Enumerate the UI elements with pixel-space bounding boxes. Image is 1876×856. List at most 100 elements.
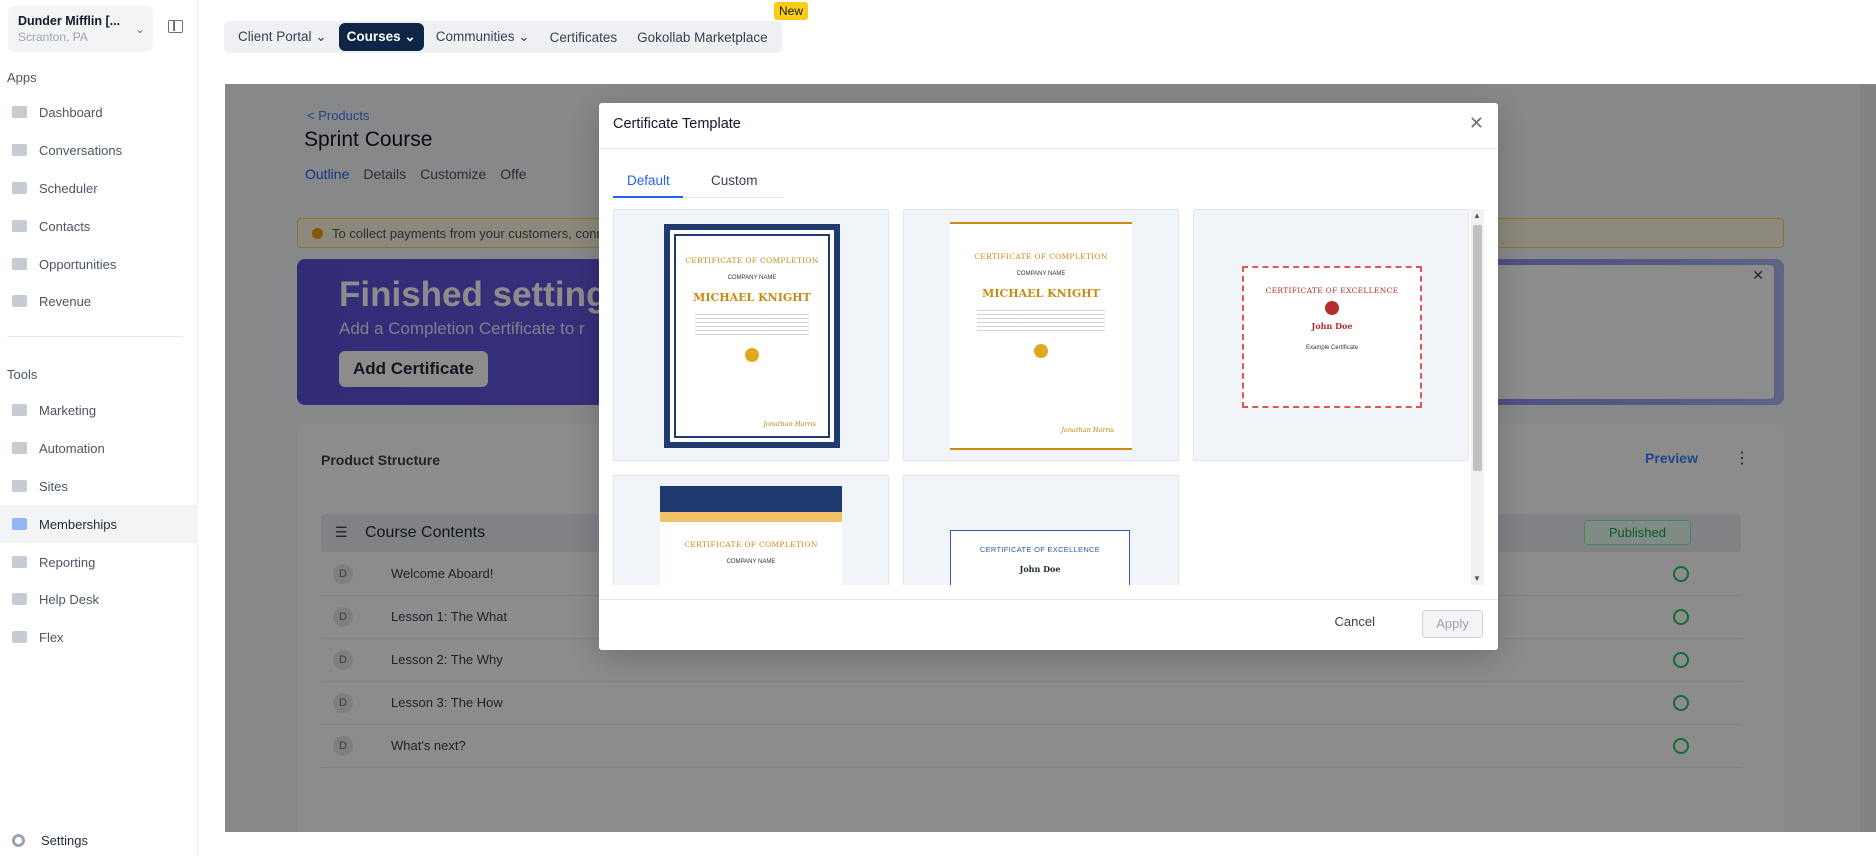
certificate-recipient: MICHAEL KNIGHT [693,291,811,304]
close-icon[interactable]: ✕ [1469,113,1484,134]
apply-button[interactable]: Apply [1422,610,1483,638]
tab-communities[interactable]: Communities ⌄ [428,23,538,51]
modal-footer: Cancel Apply [599,599,1498,650]
cancel-button[interactable]: Cancel [1335,614,1375,629]
sidebar-item-settings[interactable]: Settings [12,833,88,848]
card-icon [12,295,27,307]
flex-icon [12,631,27,643]
medal-icon [1034,344,1048,358]
sidebar-item-conversations[interactable]: Conversations [0,131,198,169]
scroll-down-icon[interactable]: ▼ [1473,574,1481,583]
scroll-up-icon[interactable]: ▲ [1473,211,1481,220]
dashboard-icon [12,106,27,118]
person-icon [12,220,27,232]
tab-custom[interactable]: Custom [711,173,758,188]
sidebar-item-label: Reporting [39,554,96,570]
certificate-thumbnail: CERTIFICATE OF COMPLETION COMPANY NAME M… [664,224,840,448]
sidebar-item-label: Flex [39,629,64,645]
chevron-down-icon: ⌄ [518,29,530,44]
certificate-thumbnail: CERTIFICATE OF EXCELLENCE John Doe [950,530,1130,585]
sidebar-item-marketing[interactable]: Marketing [0,391,198,429]
sidebar-item-opportunities[interactable]: Opportunities [0,245,198,283]
certificate-body-lines [977,310,1105,332]
sidebar: Dunder Mifflin [... Scranton, PA ⌄ Apps … [0,0,198,856]
account-switcher[interactable]: Dunder Mifflin [... Scranton, PA ⌄ [8,6,153,52]
sidebar-item-reporting[interactable]: Reporting [0,543,198,581]
gear-icon [12,834,25,847]
globe-icon [12,480,27,492]
certificate-heading: CERTIFICATE OF COMPLETION [685,256,819,265]
help-icon [12,593,27,605]
certificate-signature: Jonathan Harris [1061,426,1114,434]
certificate-company: Example Certificate [1305,345,1359,351]
certificate-thumbnail: CERTIFICATE OF COMPLETION COMPANY NAME [660,486,842,585]
sidebar-item-label: Dashboard [39,104,103,120]
sidebar-collapse-icon[interactable] [168,20,183,33]
certificate-recipient: John Doe [1311,321,1353,331]
cog-icon [12,442,27,454]
sidebar-item-memberships[interactable]: Memberships [0,505,198,543]
sidebar-item-label: Opportunities [39,256,117,272]
modal-header: Certificate Template ✕ [599,103,1498,149]
sidebar-item-dashboard[interactable]: Dashboard [0,93,198,131]
sidebar-item-label: Contacts [39,218,91,234]
account-location: Scranton, PA [18,30,88,44]
apps-section-label: Apps [7,70,37,85]
sidebar-item-label: Automation [39,440,105,456]
sidebar-item-label: Marketing [39,402,97,418]
certificate-signature: Jonathan Harris [763,420,816,428]
template-card[interactable]: CERTIFICATE OF EXCELLENCE John Doe [903,475,1179,585]
tab-gokollab-marketplace[interactable]: Gokollab Marketplace [629,24,776,51]
template-grid: CERTIFICATE OF COMPLETION COMPANY NAME M… [613,209,1484,585]
tab-courses[interactable]: Courses ⌄ [338,23,424,51]
tab-default[interactable]: Default [627,173,670,188]
certificate-company: COMPANY NAME [726,559,776,565]
certificate-heading: CERTIFICATE OF COMPLETION [684,540,818,549]
certificate-recipient: John Doe [1019,564,1061,574]
settings-label: Settings [41,833,88,848]
account-name: Dunder Mifflin [... [18,14,121,28]
certificate-recipient: MICHAEL KNIGHT [982,287,1100,300]
new-badge: New [774,2,809,20]
sidebar-item-scheduler[interactable]: Scheduler [0,169,198,207]
pie-icon [12,556,27,568]
template-card[interactable]: CERTIFICATE OF COMPLETION COMPANY NAME M… [613,209,889,461]
active-tab-indicator [613,196,683,198]
sidebar-item-help-desk[interactable]: Help Desk [0,580,198,618]
scrollbar-thumb[interactable] [1473,225,1482,471]
calendar-icon [12,182,27,194]
certificate-heading: CERTIFICATE OF COMPLETION [974,252,1108,261]
tab-client-portal[interactable]: Client Portal ⌄ [230,23,335,51]
tab-certificates[interactable]: Certificates [542,24,626,51]
tab-label: Courses [346,29,401,44]
sidebar-item-revenue[interactable]: Revenue [0,282,198,320]
chevron-down-icon: ⌄ [315,29,327,44]
sidebar-item-label: Sites [39,478,68,494]
sidebar-item-contacts[interactable]: Contacts [0,207,198,245]
chat-icon [12,144,27,156]
sidebar-divider [7,336,183,337]
certificate-company: COMPANY NAME [1016,271,1066,277]
template-card[interactable]: CERTIFICATE OF COMPLETION COMPANY NAME M… [903,209,1179,461]
certificate-thumbnail: CERTIFICATE OF EXCELLENCE John Doe Examp… [1242,266,1422,408]
certificate-body-lines [694,314,810,336]
certificate-template-modal: Certificate Template ✕ Default Custom CE… [599,103,1498,650]
target-icon [12,258,27,270]
sidebar-item-flex[interactable]: Flex [0,618,198,656]
template-card[interactable]: CERTIFICATE OF COMPLETION COMPANY NAME [613,475,889,585]
template-card[interactable]: CERTIFICATE OF EXCELLENCE John Doe Examp… [1193,209,1469,461]
tab-label: Client Portal [238,29,312,44]
sidebar-item-automation[interactable]: Automation [0,429,198,467]
sidebar-item-label: Help Desk [39,591,99,607]
tools-section-label: Tools [7,367,38,382]
top-nav: Client Portal ⌄ Courses ⌄ Communities ⌄ … [224,21,782,53]
certificate-thumbnail: CERTIFICATE OF COMPLETION COMPANY NAME M… [950,222,1132,450]
chevron-down-icon: ⌄ [404,29,416,44]
sidebar-item-label: Revenue [39,293,92,309]
template-tabs: Default Custom [613,169,783,198]
template-scrollbar[interactable]: ▲ ▼ [1471,209,1484,585]
sidebar-item-sites[interactable]: Sites [0,467,198,505]
megaphone-icon [12,404,27,416]
trophy-icon [745,348,759,362]
sidebar-item-label: Memberships [39,516,118,532]
